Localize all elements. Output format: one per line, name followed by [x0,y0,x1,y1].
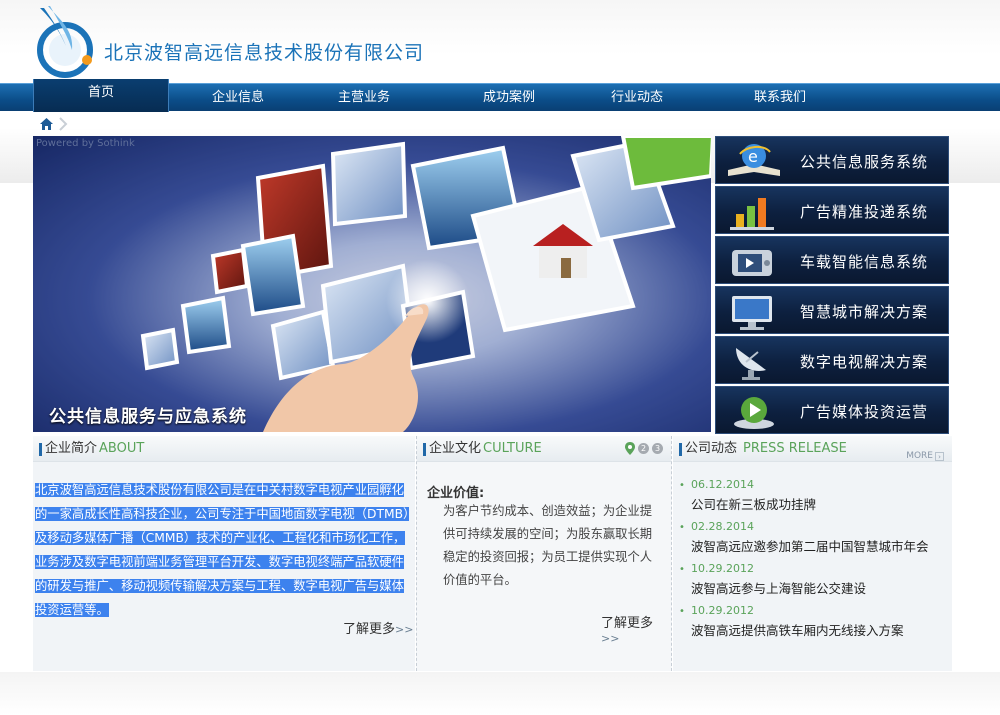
culture-pager: 2 3 [625,442,663,455]
play-button-icon [734,397,774,429]
news-headline[interactable]: 公司在新三板成功挂牌 [691,494,816,513]
monitor-icon [732,296,772,330]
nav-item-contact[interactable]: 联系我们 [722,84,838,112]
news-title: 公司动态 [685,441,738,456]
bullet-icon: • [679,564,685,575]
nav-item-main-business[interactable]: 主营业务 [306,84,422,112]
main-nav: 首页 企业信息 主营业务 成功案例 行业动态 联系我们 [0,79,1000,112]
browser-book-icon: e [728,144,780,176]
news-list: • 06.12.2014 公司在新三板成功挂牌 • 02.28.2014 波智高… [679,478,949,646]
news-title-en: PRESS RELEASE [743,441,847,456]
news-headline[interactable]: 波智高远提供高铁车厢内无线接入方案 [691,620,904,639]
satellite-dish-icon [736,348,766,380]
about-text-selected: 北京波智高远信息技术股份有限公司是在中关村数字电视产业园孵化的一家高成长性高科技… [35,483,410,617]
news-date: 10.29.2012 [691,604,754,617]
about-more-label: 了解更多 [343,622,396,637]
hero-banner[interactable]: Powered by Sothink 公共信息服务与应急系统 [33,136,711,432]
about-text: 北京波智高远信息技术股份有限公司是在中关村数字电视产业园孵化的一家高成长性高科技… [33,478,415,622]
service-smart-city[interactable]: 智慧城市解决方案 [715,286,949,334]
culture-more-arrows: >> [601,632,620,645]
culture-page-3[interactable]: 3 [652,443,663,454]
service-digital-tv[interactable]: 数字电视解决方案 [715,336,949,384]
chevron-right-icon: › [935,451,944,461]
service-label: 智慧城市解决方案 [800,303,929,321]
news-date: 10.29.2012 [691,562,754,575]
service-label: 车载智能信息系统 [800,253,929,271]
media-device-icon [732,250,772,276]
chevron-right-icon [59,117,68,131]
news-more-label: MORE [906,451,933,461]
culture-header: 企业文化 CULTURE 2 3 [417,436,671,462]
home-icon[interactable] [40,118,53,130]
news-headline[interactable]: 波智高远应邀参加第二届中国智慧城市年会 [691,536,929,555]
bullet-icon: • [679,480,685,491]
news-headline[interactable]: 波智高远参与上海智能公交建设 [691,578,866,597]
bullet-icon: • [679,522,685,533]
news-item[interactable]: • 10.29.2012 波智高远提供高铁车厢内无线接入方案 [679,604,949,646]
service-label: 广告媒体投资运营 [800,403,929,421]
culture-value-text: 为客户节约成本、创造效益；为企业提供可持续发展的空间；为股东赢取长期稳定的投资回… [443,504,653,587]
banner-illustration [33,136,711,432]
culture-more-label: 了解更多 [601,616,654,631]
svg-text:e: e [748,147,758,166]
service-ad-delivery[interactable]: 广告精准投递系统 [715,186,949,234]
culture-more-link[interactable]: 了解更多>> [601,612,671,646]
about-more-arrows: >> [395,623,414,636]
service-label: 数字电视解决方案 [800,353,929,371]
nav-item-home[interactable]: 首页 [33,79,169,112]
service-public-info[interactable]: e 公共信息服务系统 [715,136,949,184]
nav-item-industry-news[interactable]: 行业动态 [579,84,695,112]
news-panel: 公司动态 PRESS RELEASE MORE › • 06.12.2014 公司在… [673,436,952,671]
service-menu: e 公共信息服务系统 广告精准投递系统 车载智能信息系统 智慧城市解决方案 数字… [715,136,949,436]
about-panel: 企业简介 ABOUT 北京波智高远信息技术股份有限公司是在中关村数字电视产业园孵化… [33,436,415,671]
about-more-link[interactable]: 了解更多>> [343,618,413,637]
bullet-icon: • [679,606,685,617]
news-date: 02.28.2014 [691,520,754,533]
culture-value-title: 企业价值: [427,486,485,501]
about-header: 企业简介 ABOUT [33,436,415,462]
culture-panel: 企业文化 CULTURE 2 3 企业价值: 为客户节约成本、创造效益；为企业提供… [416,436,672,671]
culture-title-en: CULTURE [483,441,542,456]
news-more-button[interactable]: MORE › [906,443,944,469]
service-ad-media[interactable]: 广告媒体投资运营 [715,386,949,434]
nav-item-success-cases[interactable]: 成功案例 [451,84,567,112]
news-item[interactable]: • 02.28.2014 波智高远应邀参加第二届中国智慧城市年会 [679,520,949,562]
nav-item-company-info[interactable]: 企业信息 [180,84,296,112]
service-vehicle-info[interactable]: 车载智能信息系统 [715,236,949,284]
news-date: 06.12.2014 [691,478,754,491]
company-logo-icon[interactable] [34,4,98,78]
culture-title: 企业文化 [429,441,482,456]
culture-page-2[interactable]: 2 [638,443,649,454]
company-name: 北京波智高远信息技术股份有限公司 [104,42,425,64]
location-pin-icon[interactable] [625,442,635,455]
news-item[interactable]: • 06.12.2014 公司在新三板成功挂牌 [679,478,949,520]
service-label: 广告精准投递系统 [800,203,929,221]
news-item[interactable]: • 10.29.2012 波智高远参与上海智能公交建设 [679,562,949,604]
about-title-en: ABOUT [99,441,145,456]
service-label: 公共信息服务系统 [800,153,929,171]
about-title: 企业简介 [45,441,98,456]
banner-caption: 公共信息服务与应急系统 [49,407,247,427]
footer-background [0,672,1000,715]
banner-watermark: Powered by Sothink [36,138,135,149]
breadcrumb [40,117,68,131]
bar-chart-icon [730,198,774,230]
news-header: 公司动态 PRESS RELEASE MORE › [673,436,952,462]
